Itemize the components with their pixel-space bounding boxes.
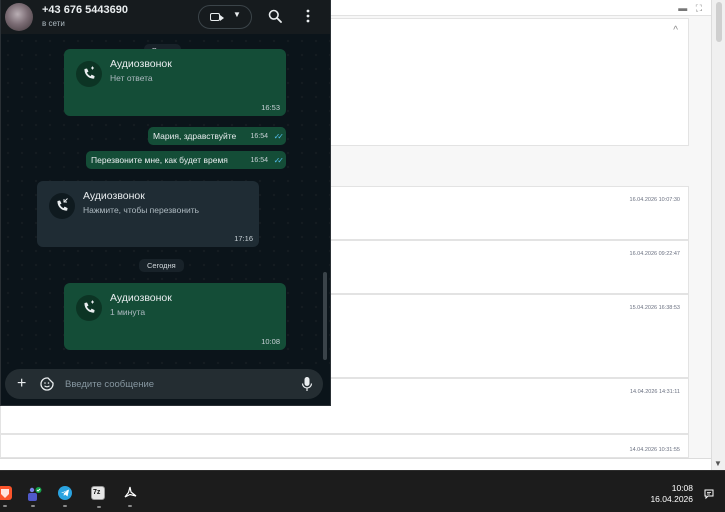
running-indicator <box>3 505 7 507</box>
call-message[interactable]: Аудиозвонок 1 минута 10:08 <box>64 283 286 350</box>
message-list[interactable]: Вчера Аудиозвонок Нет ответа 16:53 Мария… <box>1 34 330 364</box>
running-indicator <box>31 505 35 507</box>
read-ticks-icon: ✓✓ <box>273 132 285 141</box>
missed-call-icon <box>49 193 75 219</box>
message-text: Перезвоните мне, как будет время <box>91 155 228 165</box>
search-icon[interactable] <box>268 9 282 23</box>
composer-field[interactable]: + Введите сообщение <box>5 369 323 399</box>
teams-icon[interactable] <box>26 486 42 507</box>
7zip-label: 7z <box>93 489 101 496</box>
clock-time: 10:08 <box>671 483 693 493</box>
microphone-icon[interactable] <box>301 376 313 392</box>
7zip-icon[interactable]: 7z <box>91 486 105 508</box>
background-footer <box>0 458 711 470</box>
chat-scrollbar[interactable] <box>323 272 327 360</box>
sticker-icon[interactable] <box>40 377 54 391</box>
background-toolbar: ▬ ⛶ <box>330 0 711 16</box>
call-title: Аудиозвонок <box>83 190 145 202</box>
system-clock[interactable]: 10:08 16.04.2026 <box>650 483 693 505</box>
message-time: 16:54 <box>250 133 268 140</box>
scroll-down-icon[interactable]: ▼ <box>714 459 722 468</box>
outgoing-message[interactable]: Мария, здравствуйте 16:54 ✓✓ <box>148 127 286 145</box>
list-item-timestamp: 16.04.2026 10:07:30 <box>629 197 680 203</box>
message-time: 10:08 <box>261 337 280 346</box>
avatar[interactable] <box>5 3 33 31</box>
chat-header[interactable]: +43 676 5443690 в сети ▼ <box>1 0 330 34</box>
list-item-timestamp: 14.04.2026 10:31:55 <box>629 447 680 453</box>
call-status: Нет ответа <box>110 73 153 83</box>
call-message[interactable]: Аудиозвонок Нет ответа 16:53 <box>64 49 286 116</box>
telegram-icon[interactable] <box>58 486 72 507</box>
message-composer: + Введите сообщение <box>1 364 330 405</box>
incoming-call-icon <box>76 295 102 321</box>
clock-date: 16.04.2026 <box>650 494 693 504</box>
running-indicator <box>63 505 67 507</box>
call-status: Нажмите, чтобы перезвонить <box>83 205 200 215</box>
list-item[interactable]: 14.04.2026 10:31:55 <box>0 434 689 458</box>
whatsapp-window: +43 676 5443690 в сети ▼ Вчера Аудиозвон… <box>0 0 331 406</box>
chevron-down-icon: ▼ <box>233 10 241 19</box>
outgoing-message[interactable]: Перезвоните мне, как будет время 16:54 ✓… <box>86 151 286 169</box>
contact-status: в сети <box>42 19 65 28</box>
taskbar: 7z 10:08 16.04.2026 <box>0 470 725 512</box>
call-duration: 1 минута <box>110 307 146 317</box>
call-message[interactable]: Аудиозвонок Нажмите, чтобы перезвонить 1… <box>37 181 259 247</box>
contact-name[interactable]: +43 676 5443690 <box>42 4 128 16</box>
notifications-icon[interactable] <box>703 488 715 500</box>
call-title: Аудиозвонок <box>110 58 172 70</box>
chevron-up-icon[interactable]: ^ <box>673 25 678 36</box>
list-item-timestamp: 14.04.2026 14:31:11 <box>629 389 680 395</box>
background-scrollbar[interactable]: ▼ <box>711 0 725 470</box>
scrollbar-thumb[interactable] <box>716 2 722 42</box>
message-input[interactable]: Введите сообщение <box>65 379 154 390</box>
acrobat-icon[interactable] <box>123 486 137 507</box>
video-camera-icon <box>210 13 224 21</box>
incoming-call-icon <box>76 61 102 87</box>
running-indicator <box>97 506 101 508</box>
read-ticks-icon: ✓✓ <box>273 156 285 165</box>
more-options-icon[interactable] <box>302 8 314 24</box>
message-text: Мария, здравствуйте <box>153 131 237 141</box>
list-item-timestamp: 16.04.2026 09:22:47 <box>629 251 680 257</box>
brave-icon[interactable] <box>0 486 12 507</box>
message-time: 16:53 <box>261 103 280 112</box>
running-indicator <box>128 505 132 507</box>
message-time: 16:54 <box>250 157 268 164</box>
background-preview-panel: ^ <box>330 18 689 146</box>
date-separator: Сегодня <box>139 259 184 272</box>
call-title: Аудиозвонок <box>110 292 172 304</box>
attach-plus-icon[interactable]: + <box>17 376 26 392</box>
window-controls-icon[interactable]: ▬ ⛶ <box>678 3 705 14</box>
list-item-timestamp: 15.04.2026 16:38:53 <box>629 305 680 311</box>
video-call-button[interactable]: ▼ <box>198 5 252 29</box>
message-time: 17:16 <box>234 234 253 243</box>
